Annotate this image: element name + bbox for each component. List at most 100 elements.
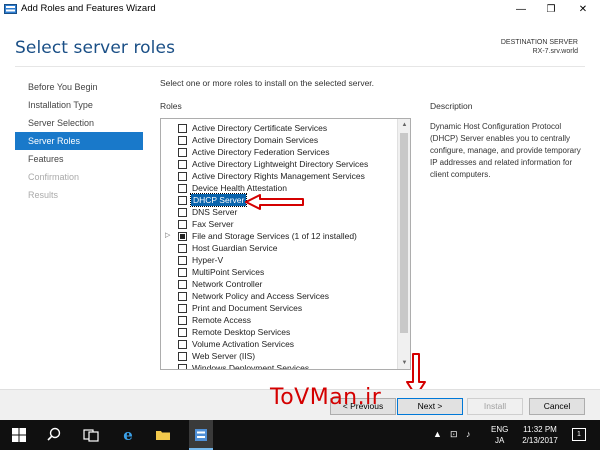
role-item[interactable]: Active Directory Lightweight Directory S… [161,158,397,170]
wizard-nav: Before You Begin Installation Type Serve… [15,78,143,204]
role-checkbox[interactable] [178,364,187,369]
destination-label: DESTINATION SERVER [500,39,578,46]
role-label: DNS Server [192,207,238,217]
role-label: Active Directory Lightweight Directory S… [192,159,369,169]
chevron-up-icon[interactable]: ▲ [433,429,442,439]
role-label: Host Guardian Service [192,243,278,253]
nav-item-server-roles[interactable]: Server Roles [15,132,143,150]
expand-icon[interactable]: ▷ [165,230,170,242]
role-item[interactable]: MultiPoint Services [161,266,397,278]
internet-explorer-icon[interactable]: e [119,426,137,444]
role-checkbox[interactable] [178,280,187,289]
role-item[interactable]: Remote Desktop Services [161,326,397,338]
role-checkbox[interactable] [178,160,187,169]
role-label: Remote Access [192,315,252,325]
role-label: Hyper-V [192,255,224,265]
install-button: Install [467,398,523,415]
role-item[interactable]: Active Directory Certificate Services [161,122,397,134]
language-primary: ENG [491,425,509,434]
annotation-arrow-left-icon [245,194,304,210]
role-item[interactable]: Print and Document Services [161,302,397,314]
role-checkbox[interactable] [178,208,187,217]
role-checkbox[interactable] [178,136,187,145]
role-item[interactable]: Network Policy and Access Services [161,290,397,302]
role-checkbox[interactable] [178,316,187,325]
role-checkbox[interactable] [178,148,187,157]
window-title: Add Roles and Features Wizard [21,3,156,14]
role-checkbox[interactable] [178,124,187,133]
page-title: Select server roles [15,38,176,58]
role-label: DHCP Server [189,193,248,207]
role-label: Fax Server [192,219,234,229]
nav-item-before-you-begin[interactable]: Before You Begin [15,78,143,96]
role-item[interactable]: Active Directory Domain Services [161,134,397,146]
role-item[interactable]: Device Health Attestation [161,182,397,194]
next-button[interactable]: Next > [397,398,463,415]
role-item[interactable]: ▷ File and Storage Services (1 of 12 inst… [161,230,397,242]
roles-list: Active Directory Certificate Services Act… [161,122,397,370]
role-label: Remote Desktop Services [192,327,291,337]
role-label: Active Directory Domain Services [192,135,319,145]
description-heading: Description [430,101,473,111]
role-label: File and Storage Services (1 of 12 insta… [192,231,357,241]
roles-scrollbar[interactable]: ▲ ▼ [397,119,410,369]
title-bar: Add Roles and Features Wizard — ❐ ✕ [0,0,600,19]
role-label: Volume Activation Services [192,339,295,349]
role-item[interactable]: Active Directory Federation Services [161,146,397,158]
volume-icon[interactable]: ♪ [466,429,471,439]
role-checkbox[interactable] [178,304,187,313]
role-checkbox[interactable] [178,268,187,277]
role-checkbox[interactable] [178,184,187,193]
cancel-button[interactable]: Cancel [529,398,585,415]
role-checkbox[interactable] [178,244,187,253]
role-label: Web Server (IIS) [192,351,256,361]
role-checkbox[interactable] [178,220,187,229]
role-item[interactable]: Volume Activation Services [161,338,397,350]
role-checkbox[interactable] [178,292,187,301]
role-label: Network Policy and Access Services [192,291,329,301]
role-checkbox[interactable] [178,196,187,205]
role-label: Print and Document Services [192,303,303,313]
close-button[interactable]: ✕ [568,0,598,19]
clock-time: 11:32 PM [523,425,557,434]
network-icon[interactable]: ⊡ [450,429,458,440]
role-item[interactable]: Remote Access [161,314,397,326]
header-divider [15,66,585,67]
nav-item-installation-type[interactable]: Installation Type [15,96,143,114]
role-checkbox[interactable] [178,256,187,265]
role-label: Active Directory Federation Services [192,147,330,157]
language-secondary: JA [495,436,505,445]
server-manager-icon [4,4,17,14]
restore-button[interactable]: ❐ [536,0,566,19]
language-indicator[interactable]: ENG JA [491,424,508,446]
nav-item-server-selection[interactable]: Server Selection [15,114,143,132]
destination-server: DESTINATION SERVER RX-7.srv.world [501,38,578,56]
search-icon[interactable] [45,426,63,444]
role-item[interactable]: Fax Server [161,218,397,230]
roles-heading: Roles [160,101,182,111]
nav-item-features[interactable]: Features [15,150,143,168]
task-view-icon[interactable] [82,426,100,444]
role-checkbox[interactable] [178,352,187,361]
role-checkbox[interactable] [178,172,187,181]
role-checkbox[interactable] [178,340,187,349]
notification-center-icon[interactable]: 1 [572,428,586,441]
windows-start-icon[interactable] [10,426,28,444]
taskbar-clock[interactable]: 11:32 PM 2/13/2017 [517,424,563,446]
role-item[interactable]: Hyper-V [161,254,397,266]
role-label: Network Controller [192,279,263,289]
file-explorer-icon[interactable] [154,426,172,444]
role-label: Windows Deployment Services [192,363,310,370]
minimize-button[interactable]: — [506,0,536,19]
role-item[interactable]: Web Server (IIS) [161,350,397,362]
scroll-thumb[interactable] [400,133,408,333]
role-item[interactable]: Active Directory Rights Management Servi… [161,170,397,182]
role-item[interactable]: Host Guardian Service [161,242,397,254]
roles-list-box: Active Directory Certificate Services Act… [160,118,411,370]
role-checkbox[interactable] [178,328,187,337]
intro-text: Select one or more roles to install on t… [160,78,375,88]
scroll-up-icon[interactable]: ▲ [398,119,410,131]
role-item[interactable]: Windows Deployment Services [161,362,397,370]
role-item[interactable]: Network Controller [161,278,397,290]
role-checkbox[interactable] [178,232,187,241]
